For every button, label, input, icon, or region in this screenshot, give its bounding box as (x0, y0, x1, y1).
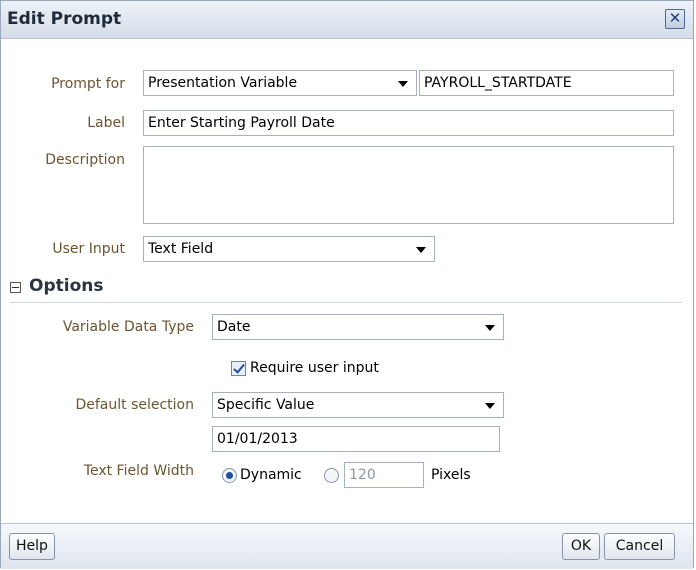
prompt-for-label: Prompt for (51, 76, 125, 92)
require-user-input-checkbox[interactable] (231, 361, 246, 376)
help-button[interactable]: Help (9, 533, 55, 560)
chevron-down-icon (485, 403, 495, 409)
chevron-down-icon (398, 81, 408, 87)
pixels-unit-label: Pixels (431, 467, 471, 483)
close-icon[interactable]: ✕ (665, 9, 685, 29)
default-value-input[interactable]: 01/01/2013 (212, 426, 500, 452)
user-input-select-value: Text Field (148, 241, 214, 257)
description-textarea[interactable] (143, 146, 674, 224)
variable-name-input[interactable]: PAYROLL_STARTDATE (419, 70, 674, 96)
dialog-footer: Help OK Cancel (1, 523, 693, 569)
variable-data-type-label: Variable Data Type (62, 319, 194, 335)
pixels-radio[interactable] (324, 468, 339, 483)
label-input[interactable]: Enter Starting Payroll Date (143, 110, 674, 136)
default-selection-label: Default selection (75, 397, 194, 413)
dynamic-radio-label: Dynamic (240, 467, 302, 483)
label-field-label: Label (87, 115, 125, 131)
prompt-for-select[interactable]: Presentation Variable (143, 70, 417, 96)
dialog-titlebar[interactable]: Edit Prompt ✕ (1, 1, 693, 39)
ok-button[interactable]: OK (562, 533, 600, 560)
chevron-down-icon (485, 325, 495, 331)
text-field-width-label: Text Field Width (83, 463, 194, 479)
edit-prompt-dialog: Edit Prompt ✕ Prompt for Presentation Va… (0, 0, 694, 569)
cancel-button[interactable]: Cancel (604, 533, 675, 560)
pixels-width-input[interactable]: 120 (344, 462, 424, 488)
default-selection-select-value: Specific Value (217, 397, 315, 413)
dynamic-radio[interactable] (222, 468, 237, 483)
collapse-minus-icon[interactable] (10, 282, 21, 293)
chevron-down-icon (416, 247, 426, 253)
default-selection-select[interactable]: Specific Value (212, 392, 504, 418)
dialog-title: Edit Prompt (7, 9, 122, 29)
user-input-label: User Input (52, 241, 125, 257)
variable-data-type-select[interactable]: Date (212, 314, 504, 340)
description-label: Description (45, 152, 125, 168)
options-section-header[interactable]: Options (29, 276, 103, 296)
user-input-select[interactable]: Text Field (143, 236, 435, 262)
prompt-for-select-value: Presentation Variable (148, 75, 298, 91)
variable-data-type-select-value: Date (217, 319, 251, 335)
options-divider (10, 302, 682, 303)
require-user-input-label: Require user input (250, 360, 379, 376)
